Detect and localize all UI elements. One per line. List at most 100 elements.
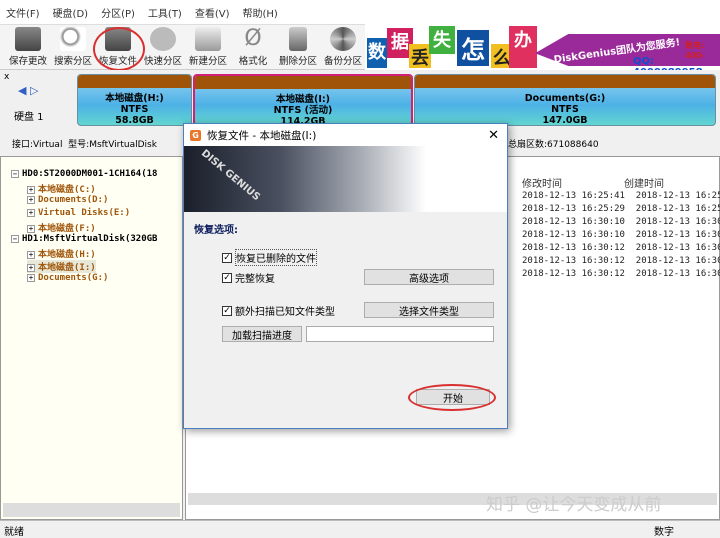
modified-time: 2018-12-13 16:30:10 — [522, 230, 625, 240]
tree-item[interactable]: + Documents(D:) — [27, 195, 108, 205]
disk-info: 接口:Virtual 型号:MsftVirtualDisk — [12, 140, 157, 150]
partition-fs: NTFS (活动) — [273, 105, 333, 116]
tree-hscrollbar[interactable] — [3, 503, 180, 517]
prev-next-disk-arrows[interactable]: ◀ ▷ — [18, 84, 38, 97]
modified-time: 2018-12-13 16:30:10 — [522, 217, 625, 227]
trash-icon — [289, 27, 307, 51]
partition-fs: NTFS — [551, 104, 579, 115]
full-recovery-checkbox[interactable]: ✓ 完整恢复 — [222, 270, 275, 285]
disk-label: 硬盘 1 — [14, 112, 44, 123]
ad-banner[interactable]: 数 据 丢 失 怎 么 办 DiskGenius团队为您服务! 致电: 400-… — [365, 24, 720, 70]
banner-char: 怎 — [457, 30, 489, 66]
table-row[interactable]: 2018-12-13 16:30:10 2018-12-13 16:30:10 — [522, 217, 720, 227]
label: 本地磁盘(F:) — [38, 224, 96, 234]
table-row[interactable]: 2018-12-13 16:30:12 2018-12-13 16:30:12 — [522, 269, 720, 279]
table-row[interactable]: 2018-12-13 16:30:12 2018-12-13 16:30:10 — [522, 243, 720, 253]
delete-partition-button[interactable]: 删除分区 — [276, 27, 320, 69]
recover-deleted-checkbox[interactable]: ✓ 恢复已删除的文件 — [222, 249, 317, 266]
highlight-circle — [408, 384, 496, 411]
highlight-circle — [93, 27, 145, 71]
column-header-modified[interactable]: 修改时间 — [522, 175, 562, 190]
menu-file[interactable]: 文件(F) — [6, 5, 40, 20]
disk-genius-header-image: DISK GENIUS — [184, 146, 507, 212]
search-icon — [60, 27, 86, 51]
partition-name: 本地磁盘(H:) — [105, 93, 164, 104]
watermark: 知乎 @让今天变成从前 — [486, 495, 662, 515]
tree-node-hd0[interactable]: − HD0:ST2000DM001-1CH164(18 — [11, 169, 157, 179]
created-time: 2018-12-13 16:30:12 — [635, 256, 720, 266]
partition-g[interactable]: Documents(G:) NTFS 147.0GB — [414, 74, 716, 126]
label: 额外扫描已知文件类型 — [235, 307, 335, 318]
select-file-types-button[interactable]: 选择文件类型 — [364, 302, 494, 318]
created-time: 2018-12-13 16:25:28 — [635, 204, 720, 214]
menu-bar: 文件(F) 硬盘(D) 分区(P) 工具(T) 查看(V) 帮助(H) — [0, 0, 720, 24]
label: 保存更改 — [8, 56, 47, 67]
app-icon: G — [190, 129, 201, 141]
new-partition-button[interactable]: 新建分区 — [186, 27, 230, 69]
created-time: 2018-12-13 16:25:41 — [635, 191, 720, 201]
tree-node-hd1[interactable]: − HD1:MsftVirtualDisk(320GB — [11, 234, 157, 244]
section-label: 恢复选项: — [194, 225, 238, 236]
save-icon — [15, 27, 41, 51]
partition-h[interactable]: 本地磁盘(H:) NTFS 58.8GB — [77, 74, 192, 126]
tree-item[interactable]: + Documents(G:) — [27, 273, 108, 283]
tree-item[interactable]: + 本地磁盘(C:) — [27, 182, 96, 195]
modified-time: 2018-12-13 16:30:12 — [522, 256, 625, 266]
menu-help[interactable]: 帮助(H) — [243, 5, 278, 20]
dialog-titlebar: G 恢复文件 - 本地磁盘(I:) ✕ — [184, 124, 507, 146]
advanced-options-button[interactable]: 高级选项 — [364, 269, 494, 285]
tree-item[interactable]: + Virtual Disks(E:) — [27, 208, 130, 218]
label: 格式化 — [238, 56, 268, 67]
tree-item[interactable]: + 本地磁盘(F:) — [27, 221, 96, 234]
table-row[interactable]: 2018-12-13 16:30:12 2018-12-13 16:30:12 — [522, 256, 720, 266]
label: HD0:ST2000DM001-1CH164(18 — [22, 169, 158, 179]
partition-name: 本地磁盘(I:) — [275, 94, 331, 105]
table-row[interactable]: 2018-12-13 16:25:29 2018-12-13 16:25:28 — [522, 204, 720, 214]
menu-partition[interactable]: 分区(P) — [101, 5, 135, 20]
disc-icon — [150, 27, 176, 51]
label: 删除分区 — [278, 56, 317, 67]
menu-tools[interactable]: 工具(T) — [148, 5, 182, 20]
close-panel-icon[interactable]: x — [4, 72, 9, 82]
label: HD1:MsftVirtualDisk(320GB — [22, 234, 158, 244]
banner-qq: QQ: 4000089958 — [633, 56, 703, 70]
table-row[interactable]: 2018-12-13 16:25:41 2018-12-13 16:25:41 — [522, 191, 720, 201]
label: 新建分区 — [188, 56, 227, 67]
dialog-title: 恢复文件 - 本地磁盘(I:) — [207, 129, 317, 142]
partition-size: 58.8GB — [115, 115, 154, 126]
logo-text: DISK GENIUS — [198, 147, 262, 204]
backup-partition-button[interactable]: 备份分区 — [321, 27, 365, 69]
label: 搜索分区 — [53, 56, 92, 67]
quick-partition-button[interactable]: 快速分区 — [141, 27, 185, 69]
label: 快速分区 — [143, 56, 182, 67]
banner-char: 丢 — [409, 44, 431, 69]
menu-disk[interactable]: 硬盘(D) — [53, 5, 89, 20]
load-scan-progress-button[interactable]: 加载扫描进度 — [222, 326, 302, 342]
tree-item-selected[interactable]: + 本地磁盘(I:) — [27, 260, 96, 273]
label: 本地磁盘(H:) — [38, 250, 96, 260]
save-changes-button[interactable]: 保存更改 — [6, 27, 50, 69]
modified-time: 2018-12-13 16:25:29 — [522, 204, 625, 214]
partition-fs: NTFS — [120, 104, 149, 115]
disk-tree: − HD0:ST2000DM001-1CH164(18 + 本地磁盘(C:) + Do… — [0, 156, 183, 520]
backup-icon — [330, 27, 356, 51]
label: 完整恢复 — [235, 274, 275, 285]
progress-file-input[interactable] — [306, 326, 494, 342]
total-sectors: 总扇区数:671088640 — [508, 140, 599, 150]
partition-i[interactable]: 本地磁盘(I:) NTFS (活动) 114.2GB — [193, 74, 413, 126]
label: 恢复已删除的文件 — [235, 249, 317, 266]
close-icon[interactable]: ✕ — [488, 128, 499, 143]
label: 本地磁盘(I:) — [38, 263, 96, 273]
tree-item[interactable]: + 本地磁盘(H:) — [27, 247, 96, 260]
format-button[interactable]: Ø 格式化 — [231, 27, 275, 69]
table-row[interactable]: 2018-12-13 16:30:10 2018-12-13 16:30:10 — [522, 230, 720, 240]
menu-view[interactable]: 查看(V) — [195, 5, 230, 20]
banner-char: 办 — [509, 26, 537, 68]
created-time: 2018-12-13 16:30:10 — [635, 243, 720, 253]
label: 备份分区 — [323, 56, 362, 67]
extra-scan-checkbox[interactable]: ✓ 额外扫描已知文件类型 — [222, 303, 335, 318]
modified-time: 2018-12-13 16:30:12 — [522, 269, 625, 279]
search-partition-button[interactable]: 搜索分区 — [51, 27, 95, 69]
column-header-created[interactable]: 创建时间 — [624, 175, 664, 190]
modified-time: 2018-12-13 16:25:41 — [522, 191, 625, 201]
